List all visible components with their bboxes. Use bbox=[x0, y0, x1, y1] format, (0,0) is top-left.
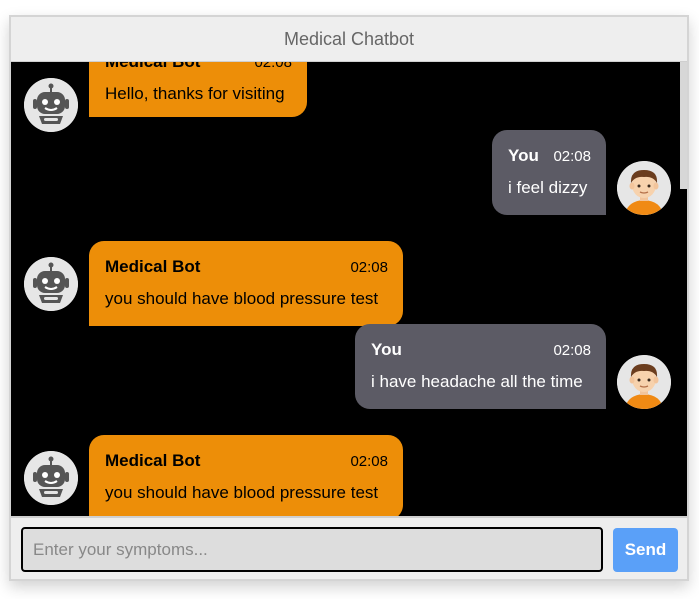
bot-message-bubble: Medical Bot 02:08 Hello, thanks for visi… bbox=[89, 62, 307, 117]
bot-message-bubble: Medical Bot 02:08 you should have blood … bbox=[89, 241, 403, 326]
robot-icon bbox=[24, 257, 78, 311]
message-row: Medical Bot 02:08 you should have blood … bbox=[11, 420, 687, 516]
sender-name: Medical Bot bbox=[105, 257, 201, 276]
message-text: i feel dizzy bbox=[508, 178, 588, 197]
robot-icon bbox=[24, 451, 78, 505]
user-avatar-icon bbox=[617, 355, 671, 409]
sender-name: You bbox=[508, 146, 539, 165]
message-time: 02:08 bbox=[254, 62, 292, 71]
message-text: you should have blood pressure test bbox=[105, 483, 379, 502]
message-time: 02:08 bbox=[553, 342, 591, 359]
sender-name: Medical Bot bbox=[105, 62, 200, 72]
message-row: You 02:08 i have headache all the time bbox=[11, 324, 687, 424]
message-text: i have headache all the time bbox=[371, 372, 583, 391]
user-message-bubble: You 02:08 i feel dizzy bbox=[492, 130, 606, 215]
sender-name: Medical Bot bbox=[105, 451, 201, 470]
message-time: 02:08 bbox=[350, 259, 388, 276]
message-time: 02:08 bbox=[553, 148, 591, 165]
message-text: you should have blood pressure test bbox=[105, 289, 379, 308]
chat-window: Medical Chatbot 02:08 Hello, thanks for … bbox=[9, 15, 689, 581]
chat-title: Medical Chatbot bbox=[283, 28, 415, 49]
message-time: 02:08 bbox=[350, 453, 388, 470]
message-row: You 02:08 i feel dizzy bbox=[11, 130, 687, 230]
scrollbar-thumb[interactable] bbox=[680, 62, 687, 189]
message-row: Medical Bot 02:08 you should have blood … bbox=[11, 226, 687, 326]
robot-icon bbox=[24, 78, 78, 132]
message-composer: Send bbox=[11, 516, 687, 579]
send-button[interactable]: Send bbox=[613, 528, 678, 572]
message-row: Medical Bot 02:08 Hello, thanks for visi… bbox=[11, 62, 687, 136]
symptoms-input[interactable] bbox=[21, 527, 603, 572]
bot-message-bubble: Medical Bot 02:08 you should have blood … bbox=[89, 435, 403, 516]
message-text: Hello, thanks for visiting bbox=[105, 84, 285, 103]
message-list[interactable]: Medical Bot 02:08 Hello, thanks for visi… bbox=[11, 62, 687, 516]
sender-name: You bbox=[371, 340, 402, 359]
chat-header: Medical Chatbot bbox=[11, 17, 687, 63]
user-avatar-icon bbox=[617, 161, 671, 215]
user-message-bubble: You 02:08 i have headache all the time bbox=[355, 324, 606, 409]
